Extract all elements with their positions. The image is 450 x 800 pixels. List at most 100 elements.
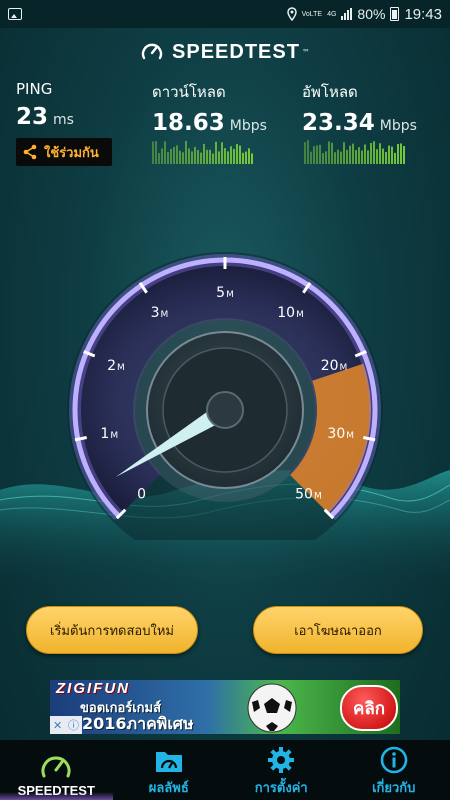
spark-bar: [215, 141, 217, 164]
spark-bar: [161, 148, 163, 164]
spark-bar: [251, 153, 253, 164]
ad-subheadline: 2016ภาคพิเศษ: [82, 714, 194, 733]
spark-bar: [382, 148, 384, 164]
trademark-mark: ™: [301, 47, 310, 57]
spark-bar: [304, 142, 306, 164]
spark-bar: [370, 142, 372, 164]
restart-test-label: เริ่มต้นการทดสอบใหม่: [50, 623, 174, 639]
upload-value: 23.34 Mbps: [302, 110, 417, 136]
ad-brand: ZIGIFUN: [56, 680, 130, 697]
spark-bar: [322, 153, 324, 164]
spark-bar: [403, 146, 405, 164]
spark-bar: [376, 149, 378, 164]
gauge-tick-label: 0: [137, 486, 146, 502]
spark-bar: [367, 150, 369, 164]
spark-bar: [346, 149, 348, 164]
gauge-needle-cap: [206, 391, 244, 429]
spark-bar: [227, 151, 229, 164]
spark-bar: [179, 150, 181, 164]
spark-bar: [337, 149, 339, 164]
spark-bar: [400, 143, 402, 164]
nav-results[interactable]: ผลลัพธ์: [113, 740, 226, 800]
spark-bar: [319, 144, 321, 164]
nav-about[interactable]: เกี่ยวกับ: [338, 740, 450, 800]
spark-bar: [355, 150, 357, 164]
soccer-ball-icon: [247, 683, 297, 733]
share-button[interactable]: ใช้ร่วมกัน: [16, 138, 112, 166]
spark-bar: [313, 146, 315, 164]
remove-ads-label: เอาโฆษณาออก: [294, 623, 382, 639]
battery-percent: 80%: [357, 6, 386, 22]
spark-bar: [188, 148, 190, 164]
nav-settings-label: การตั้งค่า: [254, 781, 308, 796]
spark-bar: [155, 141, 157, 164]
signal-icon: [341, 8, 353, 20]
upload-unit: Mbps: [379, 118, 417, 134]
nav-about-label: เกี่ยวกับ: [372, 781, 416, 796]
spark-bar: [203, 143, 205, 164]
gauge-dial: 01M2M3M5M10M20M30M50M: [67, 252, 383, 568]
spark-bar: [316, 145, 318, 164]
spark-bar: [334, 152, 336, 164]
spark-bar: [200, 152, 202, 164]
results-folder-icon: [155, 752, 182, 772]
spark-bar: [394, 152, 396, 164]
spark-bar: [233, 149, 235, 164]
ad-banner[interactable]: ZIGIFUN ขอตเกอร์เกมส์ 2016ภาคพิเศษ คลิก …: [50, 680, 400, 734]
spark-bar: [385, 152, 387, 164]
spark-bar: [331, 142, 333, 164]
spark-bar: [230, 146, 232, 164]
spark-bar: [197, 150, 199, 164]
spark-bar: [388, 145, 390, 164]
ping-value: 23 ms: [16, 104, 74, 130]
ad-info-icon[interactable]: ⓘ: [68, 717, 79, 733]
share-icon: [23, 144, 37, 160]
spark-bar: [239, 145, 241, 164]
spark-bar: [242, 152, 244, 164]
spark-bar: [310, 151, 312, 164]
ping-unit: ms: [53, 112, 74, 128]
spark-bar: [358, 147, 360, 164]
spark-bar: [152, 141, 154, 164]
bottom-navigation: SPEEDTEST ผลลัพธ์ การตั้งค่า เกี่ยวกับ: [0, 740, 450, 800]
upload-metric: อัพโหลด 23.34 Mbps: [302, 80, 417, 136]
spark-bar: [373, 141, 375, 164]
spark-bar: [167, 152, 169, 164]
spark-bar: [212, 153, 214, 164]
nav-settings[interactable]: การตั้งค่า: [225, 740, 338, 800]
spark-bar: [224, 148, 226, 164]
location-icon: [286, 7, 297, 21]
ad-close-controls[interactable]: ✕ ⓘ: [50, 716, 82, 734]
spark-bar: [328, 141, 330, 164]
remove-ads-button[interactable]: เอาโฆษณาออก: [253, 606, 423, 654]
spark-bar: [343, 142, 345, 164]
ping-metric: PING 23 ms: [16, 80, 74, 130]
spark-bar: [397, 143, 399, 164]
spark-bar: [340, 151, 342, 164]
ad-click-button[interactable]: คลิก: [340, 685, 398, 731]
spark-bar: [194, 147, 196, 164]
spark-bar: [218, 151, 220, 164]
download-metric: ดาวน์โหลด 18.63 Mbps: [152, 80, 267, 136]
ad-close-icon[interactable]: ✕: [53, 719, 62, 732]
spark-bar: [185, 140, 187, 164]
nav-speedtest[interactable]: SPEEDTEST: [0, 740, 113, 800]
spark-bar: [361, 150, 363, 164]
upload-label: อัพโหลด: [302, 83, 358, 101]
spark-bar: [209, 149, 211, 164]
info-icon: [380, 746, 408, 774]
restart-test-button[interactable]: เริ่มต้นการทดสอบใหม่: [26, 606, 198, 654]
download-value: 18.63 Mbps: [152, 110, 267, 136]
download-label: ดาวน์โหลด: [152, 83, 226, 101]
spark-bar: [173, 146, 175, 164]
download-unit: Mbps: [229, 118, 267, 134]
spark-bar: [349, 145, 351, 164]
spark-bar: [248, 148, 250, 164]
spark-bar: [379, 143, 381, 164]
spark-bar: [182, 152, 184, 164]
spark-bar: [245, 151, 247, 164]
spark-bar: [352, 143, 354, 164]
share-label: ใช้ร่วมกัน: [44, 145, 99, 161]
battery-icon: [390, 7, 400, 21]
download-speed-graph: [152, 140, 253, 164]
